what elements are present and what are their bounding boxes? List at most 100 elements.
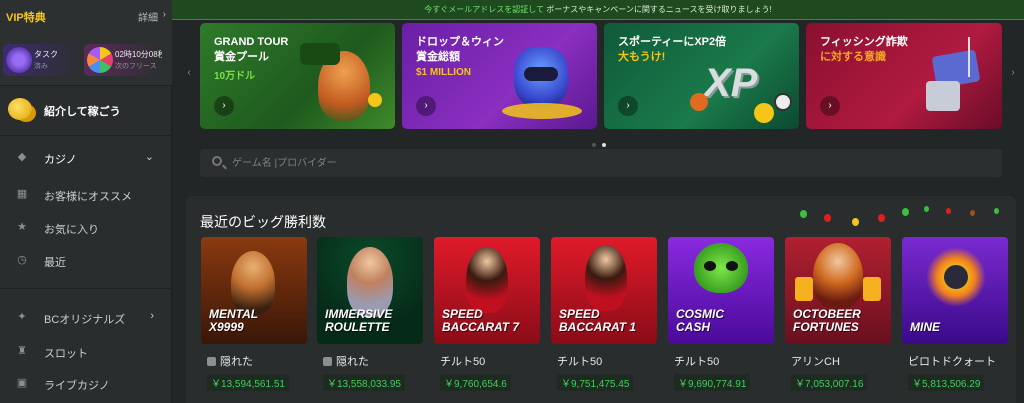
game-thumbnail[interactable]: SPEED BACCARAT 7 bbox=[434, 237, 540, 344]
pagination-dot[interactable] bbox=[592, 143, 596, 147]
email-verify-notice: 今すぐメールアドレスを認証して ボーナスやキャンペーンに関するニュースを受け取り… bbox=[172, 0, 1024, 20]
arrow-right-icon[interactable]: › bbox=[618, 96, 638, 116]
game-name: COSMIC CASH bbox=[676, 307, 724, 334]
dealer-illustration bbox=[466, 247, 508, 313]
winner-name: ピロトドクォート bbox=[908, 356, 996, 368]
sidebar-item-recent[interactable]: ◷ 最近 bbox=[0, 247, 172, 275]
search-input[interactable] bbox=[232, 154, 832, 172]
big-win-card[interactable]: IMMERSIVE ROULETTE 隠れた ￥13,558,033.95 bbox=[317, 237, 423, 393]
banner-highlight: $1 MILLION bbox=[416, 67, 472, 78]
big-win-card[interactable]: COSMIC CASH チルト50 ￥9,690,774.91 bbox=[668, 237, 774, 393]
winner-name: アリンCH bbox=[791, 356, 840, 368]
sidebar-item-recommended[interactable]: ▦ お客様にオススメ bbox=[0, 181, 172, 209]
banner-phishing-awareness[interactable]: フィッシング詐欺 に対する意識 › bbox=[806, 23, 1002, 129]
arrow-right-icon[interactable]: › bbox=[820, 96, 840, 116]
clock-icon: ◷ bbox=[17, 254, 27, 266]
divider bbox=[0, 288, 172, 289]
game-name: OCTOBEER FORTUNES bbox=[793, 307, 861, 334]
winner-name: 隠れた bbox=[207, 353, 253, 369]
chevron-down-icon: ⌄ bbox=[144, 151, 154, 163]
ornament-icon bbox=[852, 218, 859, 226]
banner-drop-win[interactable]: ドロップ＆ウィン 賞金総額 $1 MILLION › bbox=[402, 23, 597, 129]
notice-text: ボーナスやキャンペーンに関するニュースを受け取りましょう! bbox=[544, 5, 772, 14]
arrow-right-icon[interactable]: › bbox=[214, 96, 234, 116]
win-amount: ￥9,690,774.91 bbox=[674, 374, 751, 391]
arrow-right-icon[interactable]: › bbox=[416, 96, 436, 116]
sidebar-item-casino[interactable]: ◆ カジノ ⌄ bbox=[0, 144, 172, 172]
fishing-hook-icon bbox=[968, 37, 970, 77]
banner-title: ドロップ＆ウィン bbox=[416, 36, 504, 48]
winner-name: チルト50 bbox=[557, 356, 603, 368]
big-win-card[interactable]: MENTAL X9999 隠れた ￥13,594,561.51 bbox=[201, 237, 307, 393]
winner-name: 隠れた bbox=[323, 353, 369, 369]
game-thumbnail[interactable]: OCTOBEER FORTUNES bbox=[785, 237, 891, 344]
sidebar: VIP特典 詳細 › タスク 済み 02時10分08秒 次のフリース 紹介して稼… bbox=[0, 0, 172, 403]
vip-wheel-sub: 次のフリース bbox=[115, 63, 157, 70]
ornament-icon bbox=[946, 208, 951, 214]
chevron-right-icon: › bbox=[162, 9, 166, 20]
ornament-icon bbox=[970, 210, 975, 216]
win-amount: ￥5,813,506.29 bbox=[908, 374, 985, 391]
big-win-card[interactable]: SPEED BACCARAT 1 チルト50 ￥9,751,475.45 bbox=[551, 237, 657, 393]
winner-name: チルト50 bbox=[674, 356, 720, 368]
win-amount: ￥9,760,654.6 bbox=[440, 374, 511, 391]
hat-illustration bbox=[300, 43, 340, 65]
big-win-card[interactable]: MINE ピロトドクォート ￥5,813,506.29 bbox=[902, 237, 1008, 393]
originals-icon: ✦ bbox=[17, 311, 27, 323]
ornament-icon bbox=[994, 208, 999, 214]
game-name: MENTAL X9999 bbox=[209, 307, 259, 334]
game-thumbnail[interactable]: IMMERSIVE ROULETTE bbox=[317, 237, 423, 344]
vip-wheel-card[interactable]: 02時10分08秒 次のフリース bbox=[84, 44, 162, 76]
vip-title: VIP特典 bbox=[6, 12, 46, 24]
winner-name: チルト50 bbox=[440, 356, 486, 368]
xp-text-illustration: XP bbox=[704, 61, 758, 105]
banner-title: GRAND TOUR bbox=[214, 36, 289, 48]
sidebar-item-bc-originals[interactable]: ✦ BCオリジナルズ › bbox=[0, 304, 172, 332]
ornament-icon bbox=[800, 210, 807, 218]
big-wins-title: 最近のビッグ勝利数 bbox=[200, 214, 326, 230]
sidebar-item-favorites[interactable]: ★ お気に入り bbox=[0, 214, 172, 242]
verify-email-link[interactable]: 今すぐメールアドレスを認証して bbox=[424, 5, 544, 14]
incognito-icon bbox=[207, 357, 216, 366]
soccer-ball-icon bbox=[774, 93, 792, 111]
sidebar-item-label: 最近 bbox=[44, 257, 66, 269]
game-thumbnail[interactable]: COSMIC CASH bbox=[668, 237, 774, 344]
banner-grand-tour[interactable]: GRAND TOUR 賞金プール 10万ドル › bbox=[200, 23, 395, 129]
vip-task-card[interactable]: タスク 済み bbox=[3, 44, 81, 76]
sidebar-item-label: お気に入り bbox=[44, 224, 99, 236]
game-thumbnail[interactable]: SPEED BACCARAT 1 bbox=[551, 237, 657, 344]
game-thumbnail[interactable]: MINE bbox=[902, 237, 1008, 344]
lock-icon bbox=[926, 81, 960, 111]
carousel-prev-arrow[interactable]: ‹ bbox=[182, 66, 196, 80]
win-amount: ￥9,751,475.45 bbox=[557, 374, 634, 391]
game-name: SPEED BACCARAT 1 bbox=[559, 307, 637, 334]
pagination-dot-active[interactable] bbox=[602, 143, 606, 147]
banner-subtitle: 賞金総額 bbox=[416, 51, 460, 63]
vip-panel: VIP特典 詳細 › タスク 済み 02時10分08秒 次のフリース bbox=[0, 0, 172, 86]
vip-detail-link[interactable]: 詳細 bbox=[138, 9, 158, 24]
ornament-icon bbox=[924, 206, 929, 212]
ornament-icon bbox=[824, 214, 831, 222]
game-name: MINE bbox=[910, 320, 940, 334]
basketball-icon bbox=[690, 93, 708, 111]
vip-task-sub: 済み bbox=[34, 63, 48, 70]
sidebar-item-slots[interactable]: ♜ スロット bbox=[0, 338, 172, 366]
live-icon: ▣ bbox=[16, 377, 28, 389]
incognito-icon bbox=[323, 357, 332, 366]
big-win-card[interactable]: OCTOBEER FORTUNES アリンCH ￥7,053,007.16 bbox=[785, 237, 891, 393]
game-thumbnail[interactable]: MENTAL X9999 bbox=[201, 237, 307, 344]
character-illustration bbox=[813, 243, 863, 309]
spin-wheel-icon bbox=[87, 47, 113, 73]
banner-title: スポーティーにXP2倍 bbox=[618, 36, 727, 48]
sidebar-item-live-casino[interactable]: ▣ ライブカジノ bbox=[0, 370, 172, 398]
big-win-card[interactable]: SPEED BACCARAT 7 チルト50 ￥9,760,654.6 bbox=[434, 237, 540, 393]
refer-earn-button[interactable]: 紹介して稼ごう bbox=[0, 92, 172, 128]
carousel-next-arrow[interactable]: › bbox=[1006, 66, 1020, 80]
beer-mug-icon bbox=[863, 277, 881, 301]
alien-eye-illustration bbox=[726, 261, 738, 271]
banner-sporty-xp[interactable]: スポーティーにXP2倍 大もうけ! › XP bbox=[604, 23, 799, 129]
winner-label: 隠れた bbox=[220, 356, 253, 368]
coins-illustration bbox=[502, 103, 582, 119]
mine-icon bbox=[944, 265, 968, 289]
sidebar-item-label: カジノ bbox=[44, 154, 77, 166]
